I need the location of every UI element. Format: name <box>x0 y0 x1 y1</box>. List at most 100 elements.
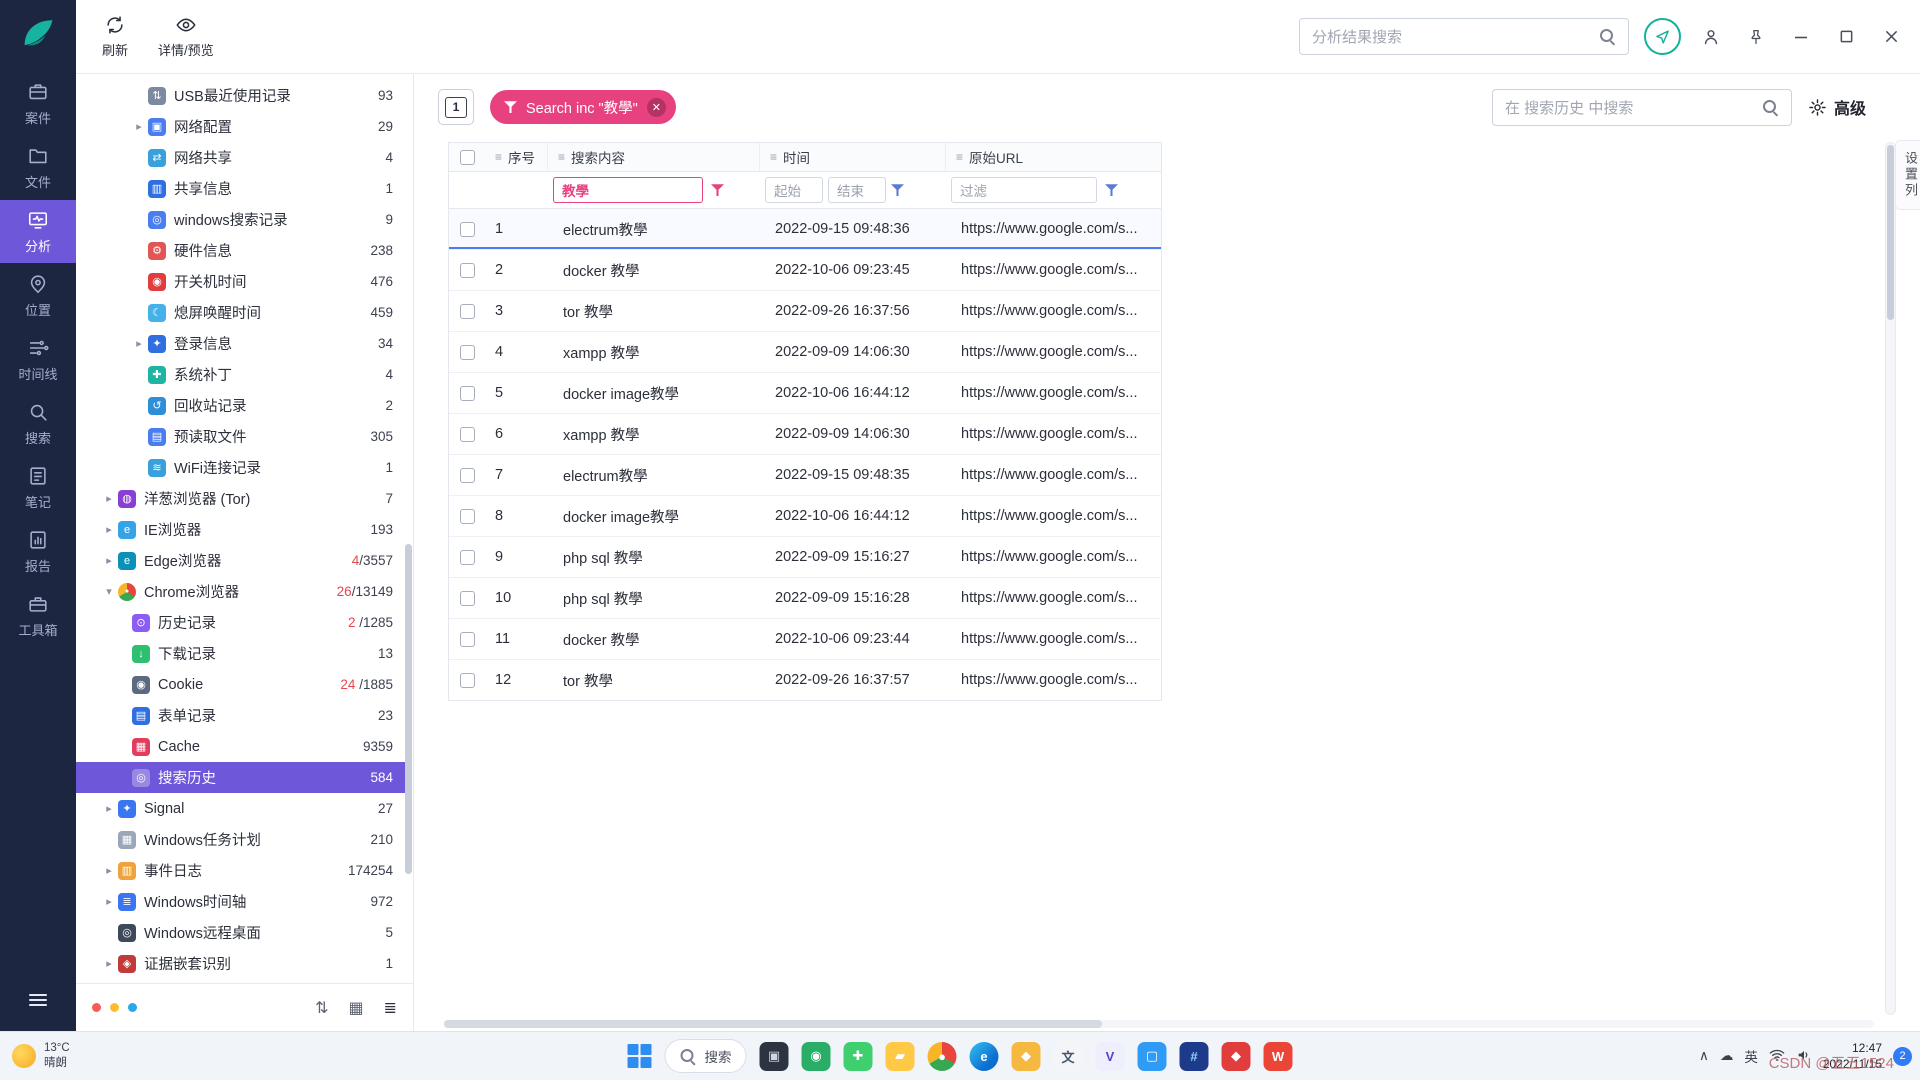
tree-item[interactable]: ≋ WiFi连接记录 1 <box>76 452 405 483</box>
header-checkbox[interactable] <box>460 150 475 165</box>
column-settings-tab[interactable]: 设置列 <box>1895 140 1920 210</box>
table-row[interactable]: 12 tor 教學 2022-09-26 16:37:57 https://ww… <box>449 659 1161 700</box>
tree-item[interactable]: ☾ 熄屏唤醒时间 459 <box>76 297 405 328</box>
tree-item[interactable]: ◎ 搜索历史 584 <box>76 762 405 793</box>
column-header-url[interactable]: 原始URL <box>945 143 1159 171</box>
list-view-button[interactable]: ≣ <box>384 998 397 1018</box>
maximize-button[interactable] <box>1831 22 1861 52</box>
taskbar-app-icon[interactable]: ◆ <box>1012 1042 1041 1071</box>
result-tab[interactable]: 1 <box>438 89 474 125</box>
tree-item[interactable]: ▥ 共享信息 1 <box>76 173 405 204</box>
tree-item[interactable]: ◎ Windows远程桌面 5 <box>76 917 405 948</box>
user-button[interactable] <box>1696 22 1726 52</box>
rail-item-toolbox[interactable]: 工具箱 <box>0 584 76 647</box>
taskbar-app-icon[interactable]: e <box>970 1042 999 1071</box>
tree-expand-icon[interactable]: ▸ <box>100 802 118 815</box>
chip-close-icon[interactable]: ✕ <box>647 98 666 117</box>
search-icon[interactable] <box>1762 99 1779 116</box>
tree-item[interactable]: ▸ e Edge浏览器 4/3557 <box>76 545 405 576</box>
search-icon[interactable] <box>1599 28 1616 45</box>
table-row[interactable]: 4 xampp 教學 2022-09-09 14:06:30 https://w… <box>449 331 1161 372</box>
tree-item[interactable]: ▾ ● Chrome浏览器 26/13149 <box>76 576 405 607</box>
tree-expand-icon[interactable]: ▸ <box>130 120 148 133</box>
table-row[interactable]: 7 electrum教學 2022-09-15 09:48:35 https:/… <box>449 454 1161 495</box>
tree-expand-icon[interactable]: ▸ <box>100 895 118 908</box>
column-header-content[interactable]: 搜索内容 <box>547 143 759 171</box>
table-row[interactable]: 5 docker image教學 2022-10-06 16:44:12 htt… <box>449 372 1161 413</box>
minimize-button[interactable] <box>1786 22 1816 52</box>
rail-item-location[interactable]: 位置 <box>0 264 76 327</box>
vertical-scrollbar-thumb[interactable] <box>1887 145 1894 320</box>
row-checkbox[interactable] <box>460 632 475 647</box>
taskbar-app-icon[interactable]: V <box>1096 1042 1125 1071</box>
tree-item[interactable]: ▸ ◈ 证据嵌套识别 1 <box>76 948 405 979</box>
tree-expand-icon[interactable]: ▸ <box>100 523 118 536</box>
taskbar-app-icon[interactable]: ● <box>928 1042 957 1071</box>
tree-item[interactable]: ⇅ USB最近使用记录 93 <box>76 80 405 111</box>
column-header-time[interactable]: 时间 <box>759 143 945 171</box>
tree-item[interactable]: ▸ e IE浏览器 193 <box>76 514 405 545</box>
pin-button[interactable] <box>1741 22 1771 52</box>
tree-expand-icon[interactable]: ▸ <box>100 864 118 877</box>
tray-volume-icon[interactable] <box>1796 1048 1812 1065</box>
taskbar-app-icon[interactable]: 文 <box>1054 1042 1083 1071</box>
row-checkbox[interactable] <box>460 591 475 606</box>
tree-item[interactable]: ↓ 下载记录 13 <box>76 638 405 669</box>
rail-item-files[interactable]: 文件 <box>0 136 76 199</box>
search-filter-chip[interactable]: Search inc "教學" ✕ <box>490 90 676 124</box>
tree-item[interactable]: ▸ ✦ Signal 27 <box>76 793 405 824</box>
clock[interactable]: 12:47 2022/11/15 <box>1823 1040 1882 1072</box>
table-row[interactable]: 9 php sql 教學 2022-09-09 15:16:27 https:/… <box>449 536 1161 577</box>
row-checkbox[interactable] <box>460 304 475 319</box>
row-checkbox[interactable] <box>460 509 475 524</box>
tree-expand-icon[interactable]: ▸ <box>100 957 118 970</box>
tree-item[interactable]: ⊙ 历史记录 2 /1285 <box>76 607 405 638</box>
tree-item[interactable]: ▸ ▥ 事件日志 174254 <box>76 855 405 886</box>
collapse-tree-button[interactable]: ⇅ <box>315 998 328 1018</box>
rail-item-timeline[interactable]: 时间线 <box>0 328 76 391</box>
row-checkbox[interactable] <box>460 386 475 401</box>
tree-expand-icon[interactable]: ▾ <box>100 585 118 598</box>
content-filter-input[interactable]: 教學 <box>553 177 703 203</box>
rail-menu-button[interactable] <box>26 988 50 1017</box>
taskbar-app-icon[interactable]: ▢ <box>1138 1042 1167 1071</box>
table-row[interactable]: 3 tor 教學 2022-09-26 16:37:56 https://www… <box>449 290 1161 331</box>
tree-item[interactable]: ◉ 开关机时间 476 <box>76 266 405 297</box>
rail-item-analysis[interactable]: 分析 <box>0 200 76 263</box>
taskbar-app-icon[interactable]: ✚ <box>844 1042 873 1071</box>
column-header-number[interactable]: 序号 <box>485 143 547 171</box>
time-end-filter-input[interactable]: 结束 <box>828 177 886 203</box>
grid-view-button[interactable]: ▦ <box>348 998 363 1018</box>
tree-item[interactable]: ▸ ≣ Windows时间轴 972 <box>76 886 405 917</box>
row-checkbox[interactable] <box>460 673 475 688</box>
tree-item[interactable]: ⇄ 网络共享 4 <box>76 142 405 173</box>
tree-item[interactable]: ▸ ◍ 洋葱浏览器 (Tor) 7 <box>76 483 405 514</box>
url-funnel-icon[interactable] <box>1105 184 1118 197</box>
time-funnel-icon[interactable] <box>891 184 904 197</box>
tray-language-indicator[interactable]: 英 <box>1744 1046 1758 1066</box>
tree-expand-icon[interactable]: ▸ <box>130 337 148 350</box>
taskbar-app-icon[interactable]: ◆ <box>1222 1042 1251 1071</box>
row-checkbox[interactable] <box>460 263 475 278</box>
table-search-input[interactable]: 在 搜索历史 中搜索 <box>1492 89 1792 126</box>
tray-cloud-icon[interactable]: ☁ <box>1720 1048 1734 1064</box>
close-button[interactable] <box>1876 22 1906 52</box>
refresh-button[interactable]: 刷新 <box>102 14 128 59</box>
tree-expand-icon[interactable]: ▸ <box>100 492 118 505</box>
horizontal-scrollbar[interactable] <box>444 1020 1874 1028</box>
row-checkbox[interactable] <box>460 345 475 360</box>
taskbar-app-icon[interactable]: ◉ <box>802 1042 831 1071</box>
vertical-scrollbar[interactable] <box>1885 142 1896 1015</box>
tree-item[interactable]: ◉ Cookie 24 /1885 <box>76 669 405 700</box>
tray-chevron-up-icon[interactable]: ∧ <box>1699 1048 1709 1064</box>
start-button[interactable] <box>628 1044 652 1068</box>
time-start-filter-input[interactable]: 起始 <box>765 177 823 203</box>
rail-item-notes[interactable]: 笔记 <box>0 456 76 519</box>
taskbar-search[interactable]: 搜索 <box>665 1039 747 1073</box>
taskbar-app-icon[interactable]: W <box>1264 1042 1293 1071</box>
tree-item[interactable]: ✚ 系统补丁 4 <box>76 359 405 390</box>
advanced-search-button[interactable]: 高级 <box>1808 95 1866 119</box>
tree-expand-icon[interactable]: ▸ <box>100 554 118 567</box>
url-filter-input[interactable]: 过滤 <box>951 177 1097 203</box>
content-funnel-icon[interactable] <box>711 184 724 197</box>
